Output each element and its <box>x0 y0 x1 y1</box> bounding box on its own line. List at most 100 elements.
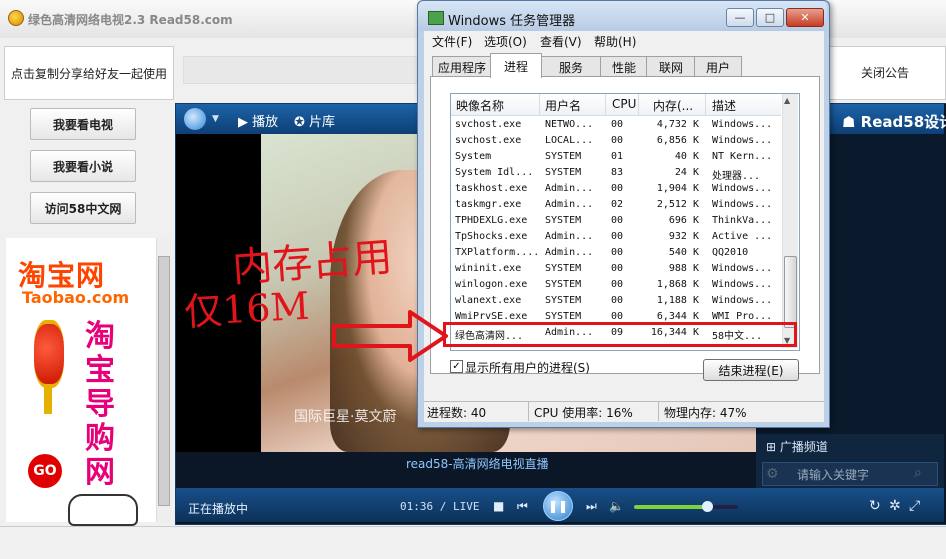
process-row[interactable]: wininit.exe SYSTEM 00 988 K Windows... <box>451 261 781 277</box>
player-logo-icon[interactable] <box>184 108 206 130</box>
ad-scrollbar-thumb[interactable] <box>158 256 170 506</box>
tab-library[interactable]: ✪ 片库 <box>294 111 335 130</box>
process-row[interactable]: System Idl... SYSTEM 83 24 K 处理器... <box>451 165 781 182</box>
chevron-down-icon[interactable]: ▼ <box>212 114 219 124</box>
image-name-cell: WmiPrvSE.exe <box>455 311 528 322</box>
brand-icon: ☗ <box>842 113 861 131</box>
process-row[interactable]: svchost.exe NETWO... 00 4,732 K Windows... <box>451 117 781 133</box>
broadcast-channel-label: 广播频道 <box>779 440 828 454</box>
description-cell: QQ2010 <box>712 247 749 258</box>
expand-icon[interactable]: ⊞ <box>766 440 780 454</box>
cpu-cell: 00 <box>611 295 624 306</box>
tab-networking[interactable]: 联网 <box>646 56 696 77</box>
close-notice-button[interactable]: 关闭公告 <box>830 50 940 94</box>
tab-processes[interactable]: 进程 <box>490 53 542 78</box>
column-divider[interactable] <box>638 94 639 115</box>
channel-search-input[interactable]: 请输入关键字 <box>762 462 938 486</box>
physical-memory: 物理内存: 47% <box>664 406 747 420</box>
hand-icon <box>68 494 138 526</box>
image-name-cell: winlogon.exe <box>455 279 528 290</box>
memory-cell: 6,856 K <box>656 135 699 146</box>
tab-library-label: 片库 <box>309 115 336 130</box>
brand-label: ☗ Read58设计 <box>842 111 946 132</box>
process-row[interactable]: TXPlatform.... Admin... 00 540 K QQ2010 <box>451 245 781 261</box>
process-row[interactable]: winlogon.exe SYSTEM 00 1,868 K Windows... <box>451 277 781 293</box>
column-divider[interactable] <box>539 94 540 115</box>
menu-file[interactable]: 文件(F) <box>432 33 472 50</box>
share-url-field[interactable] <box>183 56 419 84</box>
process-row[interactable]: System SYSTEM 01 40 K NT Kern... <box>451 149 781 165</box>
settings-icon[interactable]: ⚙ <box>766 466 779 482</box>
process-count: 进程数: 40 <box>427 406 487 420</box>
cpu-cell: 00 <box>611 311 624 322</box>
maximize-icon: □ <box>764 11 776 24</box>
volume-slider-fill <box>634 505 707 509</box>
menu-view[interactable]: 查看(V) <box>540 33 582 50</box>
maximize-button[interactable]: □ <box>756 8 784 27</box>
process-row[interactable]: taskhost.exe Admin... 00 1,904 K Windows... <box>451 181 781 197</box>
description-cell: ThinkVa... <box>712 215 773 226</box>
cpu-cell: 00 <box>611 247 624 258</box>
time-display: 01:36 / LIVE <box>400 500 480 513</box>
task-manager-title: Windows 任务管理器 <box>448 14 576 29</box>
memory-cell: 540 K <box>668 247 699 258</box>
cpu-cell: 01 <box>611 151 624 162</box>
app-title: 绿色高清网络电视2.3 Read58.com <box>28 13 233 27</box>
process-row[interactable]: TPHDEXLG.exe SYSTEM 00 696 K ThinkVa... <box>451 213 781 229</box>
show-all-users-label[interactable]: 显示所有用户的进程(S) <box>465 359 590 376</box>
previous-icon[interactable]: ⏮ <box>517 499 528 514</box>
tab-applications[interactable]: 应用程序 <box>432 56 492 77</box>
image-name-cell: System Idl... <box>455 167 534 178</box>
process-list-scrollbar-thumb[interactable] <box>784 256 797 328</box>
column-memory[interactable]: 内存(... <box>653 97 693 114</box>
watch-tv-button[interactable]: 我要看电视 <box>30 108 136 140</box>
read-novel-button[interactable]: 我要看小说 <box>30 150 136 182</box>
tab-users[interactable]: 用户 <box>694 56 742 77</box>
next-icon[interactable]: ⏭ <box>586 499 597 514</box>
column-user-name[interactable]: 用户名 <box>545 97 581 114</box>
column-description[interactable]: 描述 <box>712 97 736 114</box>
scroll-up-icon[interactable]: ▲ <box>784 96 790 105</box>
refresh-icon[interactable]: ↻ <box>869 498 881 514</box>
process-row[interactable]: TpShocks.exe Admin... 00 932 K Active ... <box>451 229 781 245</box>
volume-slider-knob[interactable] <box>702 501 713 512</box>
column-divider[interactable] <box>705 94 706 115</box>
memory-cell: 932 K <box>668 231 699 242</box>
process-row[interactable]: taskmgr.exe Admin... 02 2,512 K Windows... <box>451 197 781 213</box>
column-cpu[interactable]: CPU <box>612 97 636 111</box>
column-divider[interactable] <box>605 94 606 115</box>
volume-icon[interactable]: 🔈 <box>609 499 624 513</box>
share-button[interactable]: 点击复制分享给好友一起使用 <box>4 46 174 100</box>
settings-icon[interactable]: ✲ <box>889 498 901 514</box>
process-row[interactable]: wlanext.exe SYSTEM 00 1,188 K Windows... <box>451 293 781 309</box>
stop-icon[interactable]: ■ <box>493 499 504 513</box>
film-icon: ✪ <box>294 115 310 130</box>
fullscreen-icon[interactable]: ⤢ <box>909 498 920 514</box>
memory-cell: 1,868 K <box>656 279 699 290</box>
memory-cell: 6,344 K <box>656 311 699 322</box>
menu-options[interactable]: 选项(O) <box>484 33 527 50</box>
process-row[interactable]: svchost.exe LOCAL... 00 6,856 K Windows... <box>451 133 781 149</box>
end-process-button[interactable]: 结束进程(E) <box>703 359 799 381</box>
tab-performance[interactable]: 性能 <box>600 56 648 77</box>
cpu-cell: 02 <box>611 199 624 210</box>
tab-services[interactable]: 服务 <box>540 56 602 77</box>
image-name-cell: wlanext.exe <box>455 295 522 306</box>
broadcast-channel-item[interactable]: ⊞ 广播频道 <box>766 438 828 455</box>
cpu-cell: 00 <box>611 183 624 194</box>
minimize-button[interactable]: — <box>726 8 754 27</box>
column-image-name[interactable]: 映像名称 <box>456 97 504 114</box>
search-icon[interactable]: ⌕ <box>914 465 922 481</box>
memory-cell: 24 K <box>674 167 699 178</box>
user-name-cell: Admin... <box>545 231 594 242</box>
visit-58-button[interactable]: 访问58中文网 <box>30 192 136 224</box>
show-all-users-checkbox[interactable]: ✓ <box>450 360 463 373</box>
pause-button[interactable]: ❚❚ <box>543 491 573 521</box>
user-name-cell: SYSTEM <box>545 279 582 290</box>
tab-play[interactable]: ▶ 播放 <box>238 111 278 130</box>
menu-help[interactable]: 帮助(H) <box>594 33 636 50</box>
description-cell: 处理器... <box>712 171 761 182</box>
close-button[interactable]: ✕ <box>786 8 824 27</box>
cpu-cell: 00 <box>611 119 624 130</box>
image-name-cell: taskmgr.exe <box>455 199 522 210</box>
